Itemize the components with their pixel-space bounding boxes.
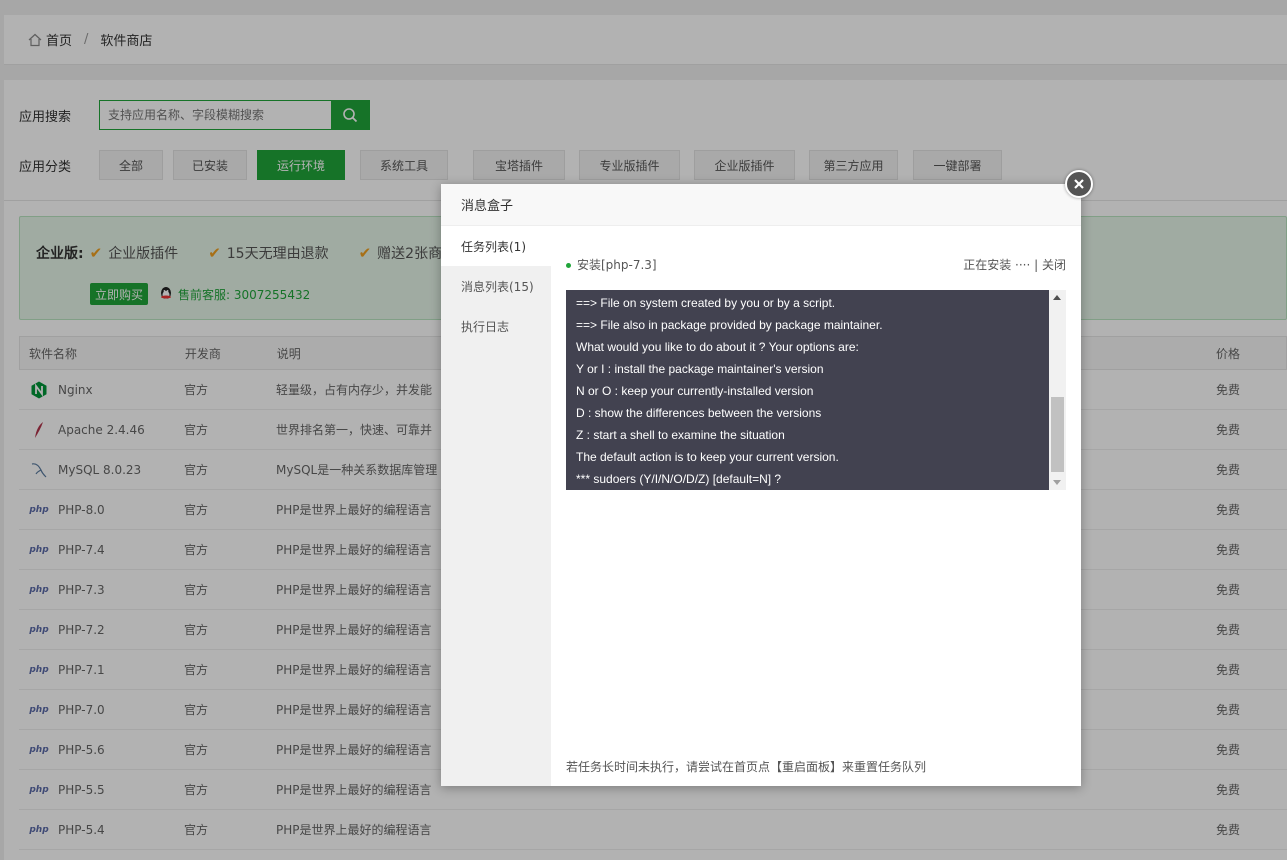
- console-line: Y or I : install the package maintainer'…: [576, 362, 824, 376]
- tab-task-list[interactable]: 任务列表(1): [441, 226, 551, 266]
- console-line: ==> File also in package provided by pac…: [576, 318, 883, 332]
- message-box-dialog: 消息盒子 任务列表(1) 消息列表(15) 执行日志 安装[php-7.3] 正…: [441, 170, 1093, 786]
- console-line: What would you like to do about it ? You…: [576, 340, 859, 354]
- scroll-down-icon[interactable]: [1053, 480, 1061, 485]
- task-close-link[interactable]: 关闭: [1042, 258, 1066, 272]
- install-console: ==> File on system created by you or by …: [566, 290, 1066, 490]
- status-dot-icon: [566, 263, 571, 268]
- console-scrollbar[interactable]: [1049, 290, 1066, 490]
- console-line: The default action is to keep your curre…: [576, 450, 839, 464]
- tab-execution-log[interactable]: 执行日志: [441, 306, 551, 346]
- close-icon[interactable]: [1065, 170, 1093, 198]
- task-footer-note: 若任务长时间未执行，请尝试在首页点【重启面板】来重置任务队列: [566, 760, 927, 774]
- task-status: 正在安装 ····: [963, 258, 1031, 272]
- task-separator: |: [1034, 258, 1039, 272]
- task-title: 安装[php-7.3]: [577, 258, 657, 272]
- dialog-body: 安装[php-7.3] 正在安装 ···· | 关闭 ==> File on s…: [551, 226, 1081, 786]
- dialog-sidebar: 任务列表(1) 消息列表(15) 执行日志: [441, 226, 551, 786]
- tab-message-list[interactable]: 消息列表(15): [441, 266, 551, 306]
- console-line: N or O : keep your currently-installed v…: [576, 384, 814, 398]
- console-line: ==> File on system created by you or by …: [576, 296, 836, 310]
- scroll-up-icon[interactable]: [1053, 295, 1061, 300]
- console-line: D : show the differences between the ver…: [576, 406, 822, 420]
- console-output: ==> File on system created by you or by …: [566, 290, 1049, 490]
- console-line: Z : start a shell to examine the situati…: [576, 428, 785, 442]
- console-line: *** sudoers (Y/I/N/O/D/Z) [default=N] ?: [576, 472, 782, 486]
- dialog-title: 消息盒子: [441, 184, 1081, 226]
- task-header: 安装[php-7.3] 正在安装 ···· | 关闭: [566, 256, 1066, 273]
- scroll-thumb[interactable]: [1051, 397, 1064, 472]
